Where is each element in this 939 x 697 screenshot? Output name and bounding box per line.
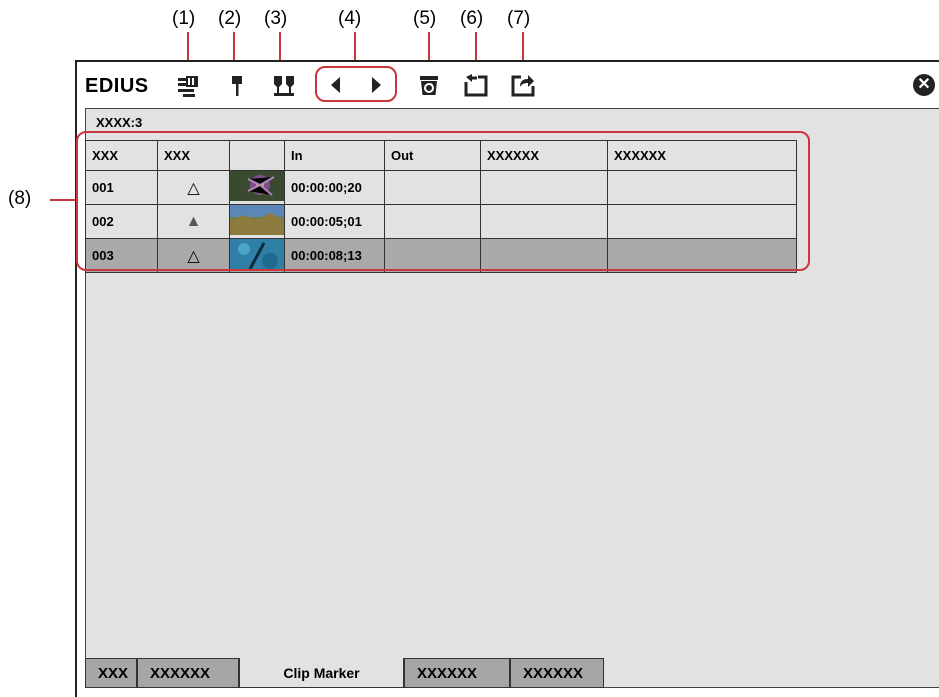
callout-1: (1) [172, 8, 196, 29]
callout-6: (6) [460, 8, 484, 29]
app-logo: EDIUS [85, 75, 149, 97]
tab-xxxxxx-1[interactable]: XXXXXX [137, 658, 239, 688]
clip-title: XXXX:3 [96, 115, 143, 130]
callout-4: (4) [338, 8, 362, 29]
callout-2: (2) [218, 8, 242, 29]
callout-3: (3) [264, 8, 288, 29]
delete-marker-icon[interactable] [416, 72, 442, 98]
clear-marker-icon[interactable] [271, 72, 297, 98]
tab-clip-marker[interactable]: Clip Marker [239, 658, 404, 688]
set-marker-icon[interactable] [224, 72, 250, 98]
tab-xxxxxx-3[interactable]: XXXXXX [510, 658, 604, 688]
marker-list-icon[interactable] [175, 72, 201, 98]
marker-list-highlight [76, 131, 810, 271]
callout-7: (7) [507, 8, 531, 29]
tab-xxxxxx-2[interactable]: XXXXXX [404, 658, 510, 688]
tab-xxx[interactable]: XXX [85, 658, 137, 688]
next-marker-icon[interactable] [363, 72, 389, 98]
export-marker-icon[interactable] [510, 72, 536, 98]
tab-bar: XXX XXXXXX Clip Marker XXXXXX XXXXXX [85, 658, 604, 688]
callout-8: (8) [8, 188, 32, 209]
callout-5: (5) [413, 8, 437, 29]
leader-8 [50, 199, 76, 201]
close-icon[interactable]: ✕ [913, 74, 935, 96]
marker-navigation-group [315, 66, 397, 102]
import-marker-icon[interactable] [463, 72, 489, 98]
toolbar: EDIUS ✕ [77, 62, 939, 108]
prev-marker-icon[interactable] [323, 72, 349, 98]
